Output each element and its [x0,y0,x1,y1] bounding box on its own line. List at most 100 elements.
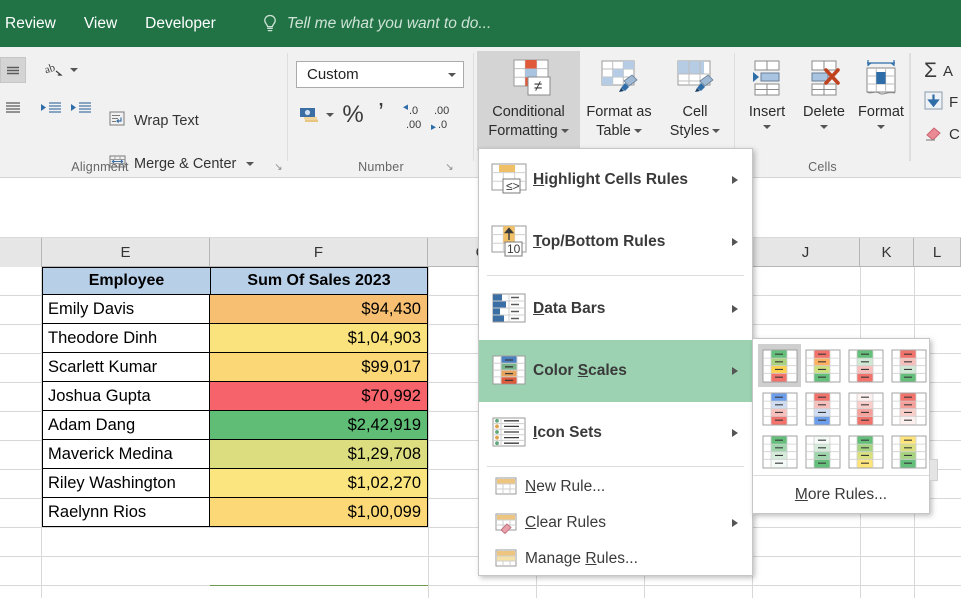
selection-range-edge [210,585,428,586]
format-cells-icon [856,53,906,101]
cell-F-row6[interactable]: $1,29,708 [210,440,428,469]
cell-E-row8[interactable]: Raelynn Rios [42,498,210,527]
clear-button[interactable]: C [924,123,960,146]
increase-indent-button[interactable] [68,95,94,121]
tell-me-search[interactable]: Tell me what you want to do... [262,0,491,47]
data-bars-icon [487,289,533,329]
color-scale-thumb-10[interactable] [844,430,887,473]
conditional-formatting-icon: ≠ [501,57,557,101]
color-scale-thumb-9[interactable] [801,430,844,473]
color-scale-thumb-11[interactable] [887,430,930,473]
insert-cells-button[interactable]: Insert [737,53,797,129]
color-scale-thumb-2[interactable] [844,344,887,387]
color-scale-thumb-8[interactable] [758,430,801,473]
color-scale-thumb-1[interactable] [801,344,844,387]
cell-E-row6[interactable]: Maverick Medina [42,440,210,469]
cell-styles-label-line1: Cell [670,103,721,122]
more-rules-button[interactable]: More Rules... [753,475,929,513]
accounting-format-caret[interactable] [326,113,334,117]
cell-F-row8[interactable]: $1,00,099 [210,498,428,527]
color-scale-thumb-3[interactable] [887,344,930,387]
cell-E-row1[interactable]: Emily Davis [42,295,210,324]
menu-label-highlight-cells-rules: Highlight Cells Rules [533,171,732,189]
text-orientation-button[interactable]: ab [42,57,68,83]
increase-decimal-button[interactable]: .0 .00 [400,99,432,133]
cell-E-header[interactable]: Employee [42,267,210,295]
alignment-dialog-launcher[interactable]: ↘ [273,162,284,173]
menu-separator-1 [487,275,744,276]
format-cells-button[interactable]: Format [851,53,911,129]
manage-rules-icon [487,547,525,571]
autosum-label: A [943,63,953,80]
column-header-J[interactable]: J [752,238,860,267]
column-header-E[interactable]: E [42,238,210,267]
color-scale-thumb-7[interactable] [887,387,930,430]
menu-item-manage-rules[interactable]: Manage Rules... [479,541,752,577]
cell-styles-button[interactable]: Cell Styles [660,51,730,151]
excel-window: Review View Developer Tell me what you w… [0,0,961,598]
menu-item-clear-rules[interactable]: Clear Rules [479,505,752,541]
fill-label: F [949,94,958,111]
menu-item-color-scales[interactable]: Color Scales [479,340,752,402]
format-cells-label: Format [858,104,904,120]
cell-F-row2[interactable]: $1,04,903 [210,324,428,353]
cell-F-row1[interactable]: $94,430 [210,295,428,324]
align-justify-button[interactable] [0,95,26,121]
autosum-button[interactable]: Σ A [924,59,953,83]
color-scale-thumb-4[interactable] [758,387,801,430]
color-scale-thumb-5[interactable] [801,387,844,430]
chevron-down-icon[interactable] [877,125,885,129]
ribbon-tab-review[interactable]: Review [0,0,70,47]
color-scale-thumb-0[interactable] [758,344,801,387]
cell-E-row2[interactable]: Theodore Dinh [42,324,210,353]
svg-text:≠: ≠ [534,78,542,95]
conditional-formatting-button[interactable]: ≠ Conditional Formatting [477,51,580,151]
align-bottom-button[interactable] [0,57,26,83]
number-format-dropdown[interactable]: Custom [296,61,464,88]
ribbon-tab-view[interactable]: View [70,0,131,47]
menu-label-top-bottom-rules: Top/Bottom Rules [533,233,732,251]
menu-item-icon-sets[interactable]: Icon Sets [479,402,752,464]
accounting-format-button[interactable] [298,102,324,128]
cell-E-row3[interactable]: Scarlett Kumar [42,353,210,382]
vertical-scrollbar-thumb[interactable] [929,459,938,481]
color-scale-thumb-6[interactable] [844,387,887,430]
cell-E-row7[interactable]: Riley Washington [42,469,210,498]
menu-item-top-bottom-rules[interactable]: 10 Top/Bottom Rules [479,211,752,273]
cell-F-header[interactable]: Sum Of Sales 2023 [210,267,428,295]
clear-rules-icon [487,511,525,535]
menu-item-highlight-cells-rules[interactable]: ≤> Highlight Cells Rules [479,149,752,211]
submenu-arrow-icon [732,176,738,184]
column-header-F[interactable]: F [210,238,428,267]
column-header-L[interactable]: L [914,238,961,267]
text-orientation-caret[interactable] [70,68,78,72]
wrap-text-button[interactable]: Wrap Text [108,107,199,135]
cell-F-row7[interactable]: $1,02,270 [210,469,428,498]
number-dialog-launcher[interactable]: ↘ [444,162,455,173]
menu-item-new-rule[interactable]: New Rule... [479,469,752,505]
format-as-table-label-line2: Table [596,123,631,139]
clear-label: C [949,126,960,143]
chevron-down-icon[interactable] [763,125,771,129]
cell-E-row4[interactable]: Joshua Gupta [42,382,210,411]
cell-E-row5[interactable]: Adam Dang [42,411,210,440]
format-as-table-button[interactable]: Format as Table [584,51,654,151]
cell-F-row3[interactable]: $99,017 [210,353,428,382]
color-scales-icon [487,351,533,391]
merge-center-caret[interactable] [246,162,254,166]
comma-style-button[interactable]: ’ [370,102,392,132]
column-header-K[interactable]: K [860,238,914,267]
menu-item-data-bars[interactable]: Data Bars [479,278,752,340]
fill-button[interactable]: F [924,91,958,114]
cell-F-row5[interactable]: $2,42,919 [210,411,428,440]
chevron-down-icon[interactable] [820,125,828,129]
submenu-arrow-icon [732,238,738,246]
svg-text:.0: .0 [409,105,418,117]
decrease-decimal-button[interactable]: .00 .0 [430,99,462,133]
decrease-indent-button[interactable] [38,95,64,121]
ribbon-tab-developer[interactable]: Developer [131,0,230,47]
cell-F-row4[interactable]: $70,992 [210,382,428,411]
select-all-corner[interactable] [0,238,42,267]
delete-cells-button[interactable]: Delete [794,53,854,129]
percent-style-button[interactable]: % [340,100,366,130]
